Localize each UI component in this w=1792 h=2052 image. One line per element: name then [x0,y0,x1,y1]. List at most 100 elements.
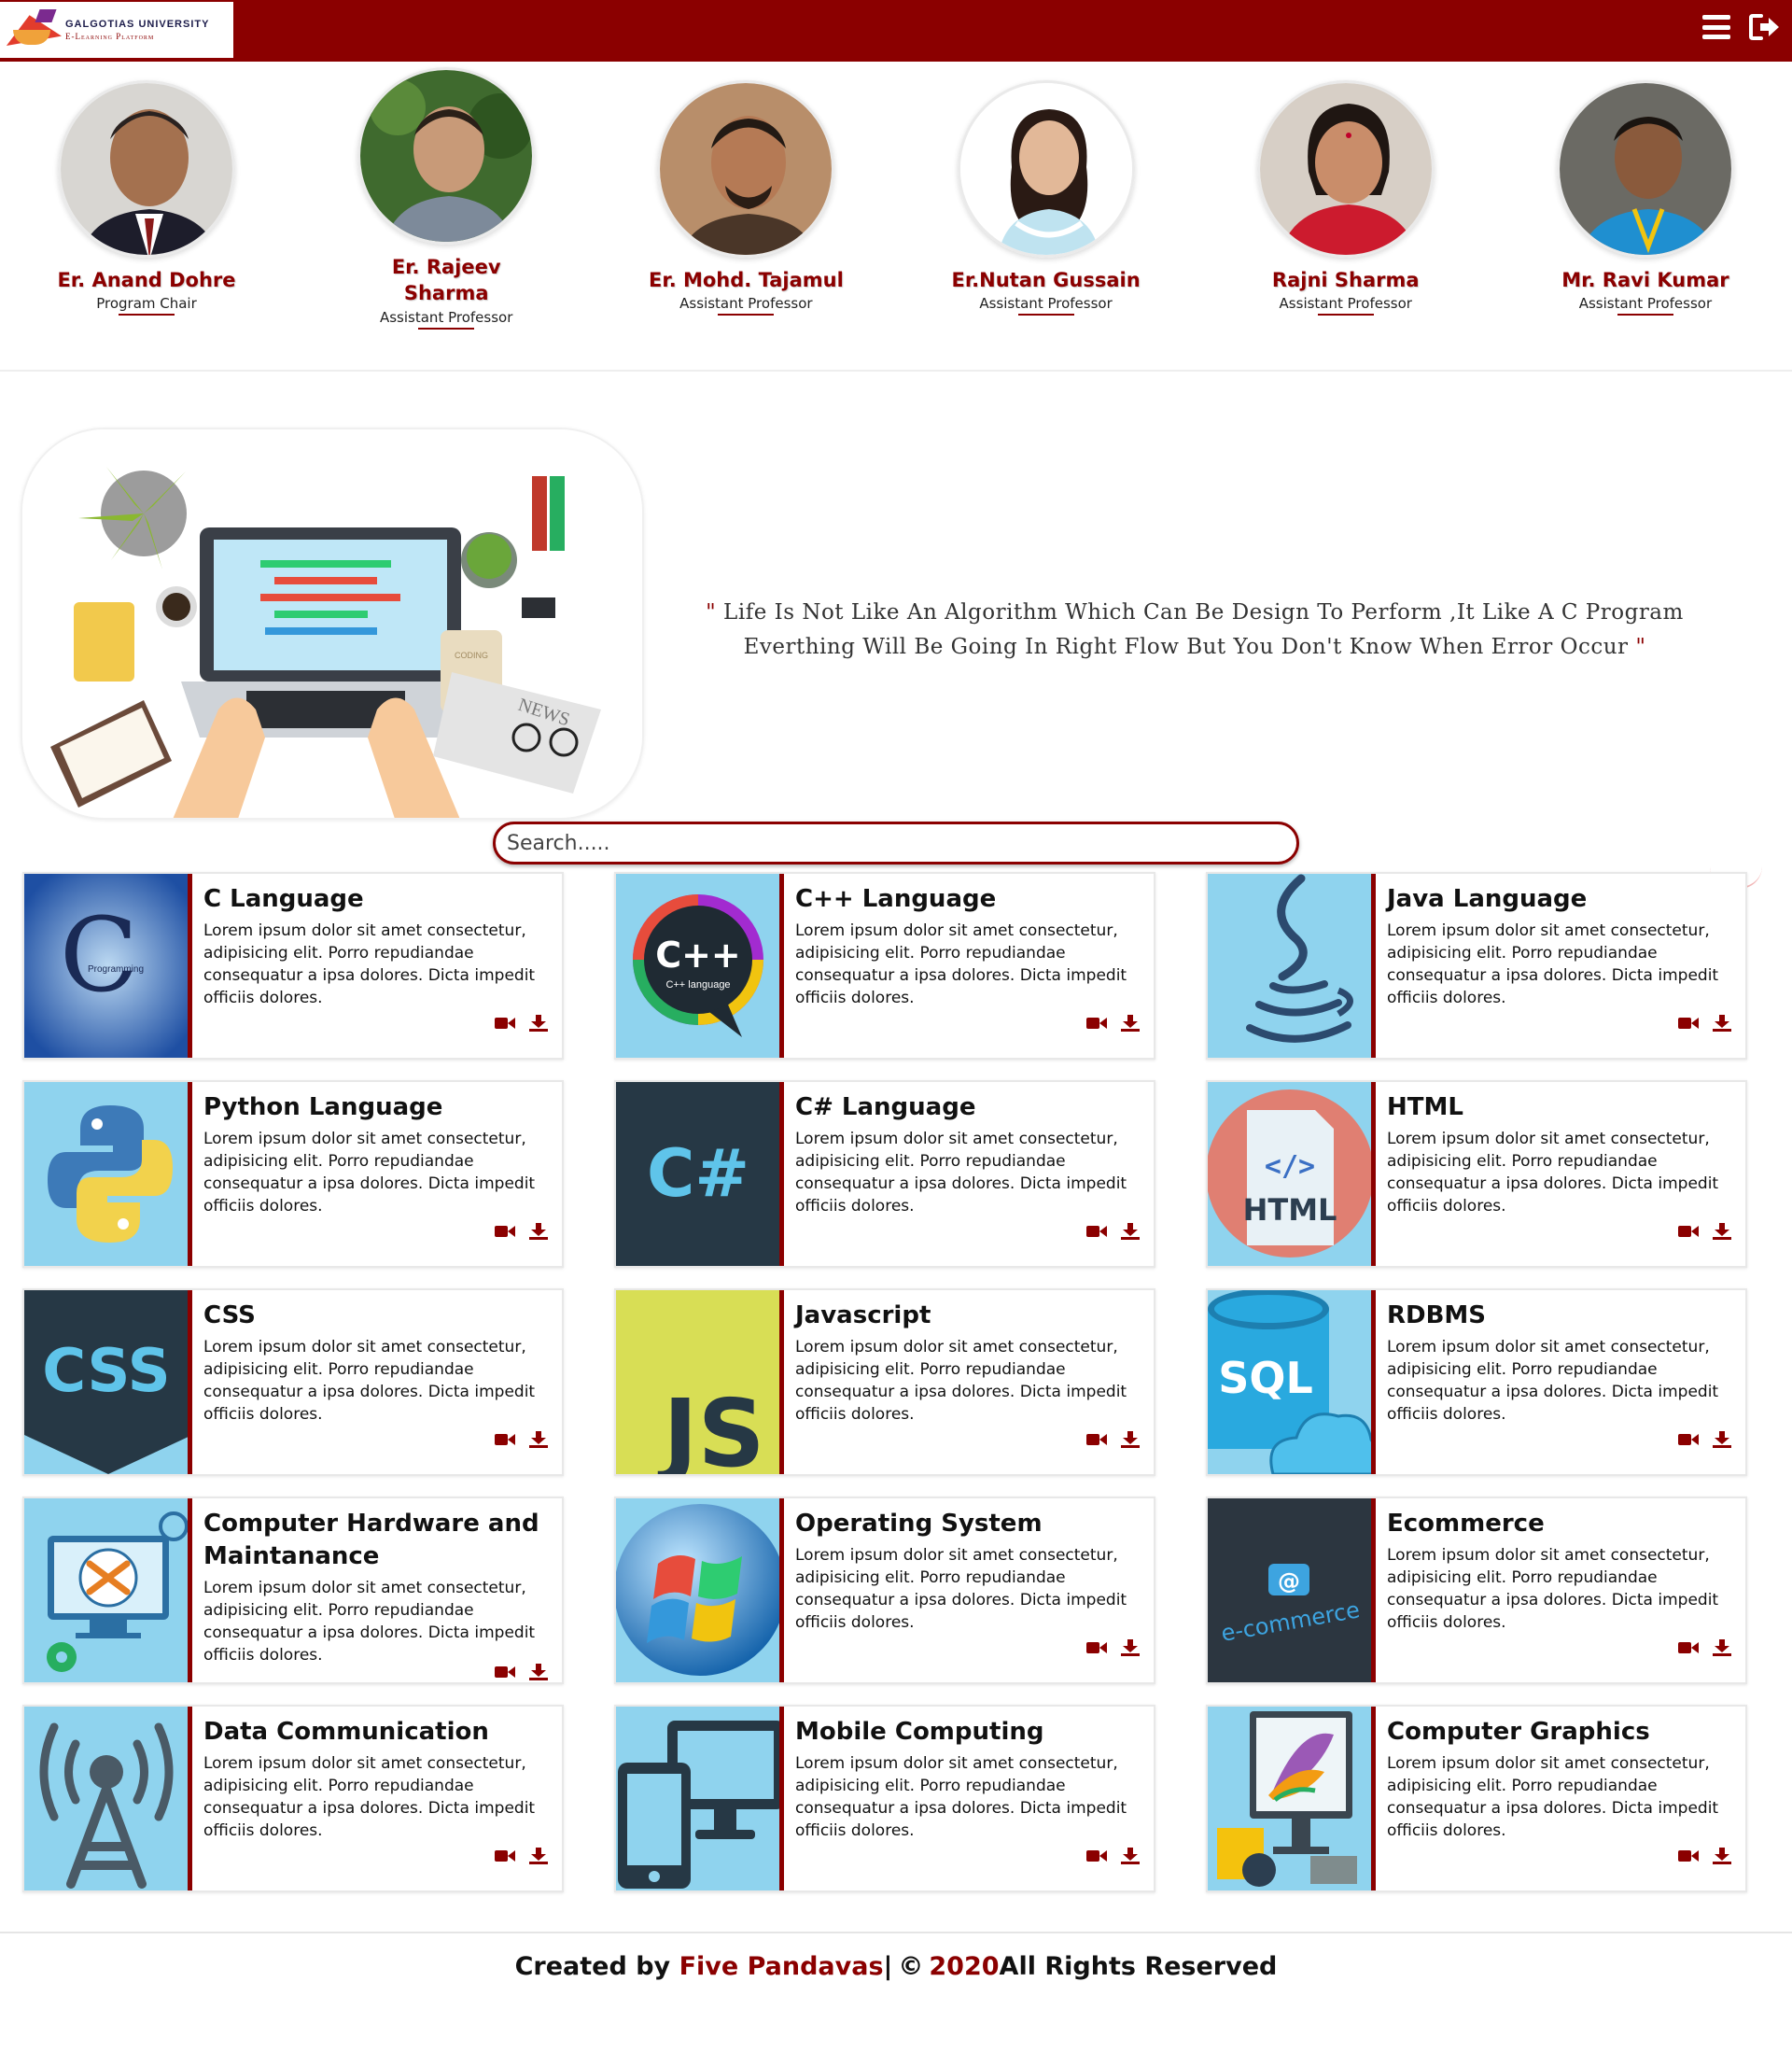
course-body: Computer Graphics Lorem ipsum dolor sit … [1376,1707,1745,1890]
video-camera-icon[interactable] [495,1664,515,1680]
course-thumbnail: C Programming [24,874,192,1058]
course-thumbnail: C# [616,1082,784,1266]
search-input[interactable] [493,822,1299,864]
download-icon[interactable] [528,1223,549,1240]
svg-text:C++ language: C++ language [665,979,730,991]
course-card[interactable]: Computer Graphics Lorem ipsum dolor sit … [1206,1705,1747,1892]
download-icon[interactable] [1712,1015,1732,1032]
faculty-name: Er.Nutan Gussain [951,269,1141,291]
video-camera-icon[interactable] [1086,1015,1107,1032]
code-brackets-icon: </> [1265,1150,1315,1183]
course-description: Lorem ipsum dolor sit amet consectetur, … [203,1754,536,1841]
faculty-photo [1556,80,1734,258]
course-actions [1678,1431,1732,1448]
course-description: Lorem ipsum dolor sit amet consectetur, … [795,1130,1127,1216]
course-body: Javascript Lorem ipsum dolor sit amet co… [784,1290,1154,1474]
cpp-logo-icon: C++ [655,935,741,976]
course-title: Javascript [795,1301,931,1329]
course-actions [495,1223,549,1240]
video-camera-icon[interactable] [1086,1639,1107,1656]
course-card[interactable]: Python Language Lorem ipsum dolor sit am… [22,1080,564,1268]
course-title: Ecommerce [1387,1510,1545,1538]
faculty-role: Assistant Professor [979,295,1112,316]
html-logo-icon: HTML [1243,1192,1337,1228]
video-camera-icon[interactable] [1678,1015,1699,1032]
video-camera-icon[interactable] [495,1015,515,1032]
course-thumbnail [616,1498,784,1682]
hamburger-menu-icon[interactable] [1702,15,1730,39]
course-card[interactable]: </> HTML HTML Lorem ipsum dolor sit amet … [1206,1080,1747,1268]
c-logo-icon: C [60,895,138,1015]
video-camera-icon[interactable] [1086,1848,1107,1864]
course-card[interactable]: Operating System Lorem ipsum dolor sit a… [614,1497,1155,1684]
download-icon[interactable] [528,1015,549,1032]
download-icon[interactable] [1712,1223,1732,1240]
course-thumbnail [24,1082,192,1266]
course-card[interactable]: CSS CSS Lorem ipsum dolor sit amet conse… [22,1288,564,1476]
search-section [0,810,1792,889]
faculty-photo [357,67,536,245]
download-icon[interactable] [1712,1848,1732,1864]
course-card[interactable]: C++ C++ language C++ Language Lorem ipsum… [614,872,1155,1060]
course-title: C# Language [795,1093,976,1121]
download-icon[interactable] [1120,1639,1141,1656]
course-title: CSS [203,1301,256,1329]
video-camera-icon[interactable] [495,1848,515,1864]
css-logo-icon: CSS [42,1337,170,1406]
footer-prefix: Created by [514,1951,671,1981]
course-title: C++ Language [795,885,997,913]
video-camera-icon[interactable] [495,1223,515,1240]
course-card[interactable]: Mobile Computing Lorem ipsum dolor sit a… [614,1705,1155,1892]
video-camera-icon[interactable] [1678,1431,1699,1448]
download-icon[interactable] [1120,1015,1141,1032]
download-icon[interactable] [1120,1223,1141,1240]
faculty-card: Rajni Sharma Assistant Professor [1220,80,1472,370]
download-icon[interactable] [1712,1639,1732,1656]
download-icon[interactable] [1712,1431,1732,1448]
download-icon[interactable] [528,1431,549,1448]
course-card[interactable]: Computer Hardware and Maintanance Lorem … [22,1497,564,1684]
course-body: Mobile Computing Lorem ipsum dolor sit a… [784,1707,1154,1890]
logo-text: GALGOTIAS UNIVERSITY E-Learning Platform [65,19,209,41]
course-body: Data Communication Lorem ipsum dolor sit… [192,1707,562,1890]
faculty-section: Er. Anand Dohre Program Chair Er. Rajeev… [0,62,1792,372]
download-icon[interactable] [528,1664,549,1680]
course-card[interactable]: @ e-commerce Ecommerce Lorem ipsum dolor … [1206,1497,1747,1684]
download-icon[interactable] [528,1848,549,1864]
course-card[interactable]: JS Javascript Lorem ipsum dolor sit amet… [614,1288,1155,1476]
course-card[interactable]: SQL RDBMS Lorem ipsum dolor sit amet con… [1206,1288,1747,1476]
video-camera-icon[interactable] [1678,1639,1699,1656]
download-icon[interactable] [1120,1431,1141,1448]
course-card[interactable]: C# C# Language Lorem ipsum dolor sit ame… [614,1080,1155,1268]
video-camera-icon[interactable] [1086,1431,1107,1448]
download-icon[interactable] [1120,1848,1141,1864]
course-description: Lorem ipsum dolor sit amet consectetur, … [1387,1546,1719,1633]
video-camera-icon[interactable] [1678,1848,1699,1864]
video-camera-icon[interactable] [1086,1223,1107,1240]
course-description: Lorem ipsum dolor sit amet consectetur, … [1387,1130,1719,1216]
python-logo-icon [24,1082,188,1266]
course-description: Lorem ipsum dolor sit amet consectetur, … [1387,1338,1719,1425]
course-thumbnail: CSS [24,1290,192,1474]
footer-team-link[interactable]: Five Pandavas [679,1952,884,1981]
quote-text: Life Is Not Like An Algorithm Which Can … [716,600,1684,659]
course-body: C# Language Lorem ipsum dolor sit amet c… [784,1082,1154,1266]
svg-text:Programming: Programming [88,964,144,975]
course-card[interactable]: Data Communication Lorem ipsum dolor sit… [22,1705,564,1892]
course-description: Lorem ipsum dolor sit amet consectetur, … [795,1546,1127,1633]
video-camera-icon[interactable] [1678,1223,1699,1240]
course-body: Ecommerce Lorem ipsum dolor sit amet con… [1376,1498,1745,1682]
course-thumbnail [1208,1707,1376,1890]
faculty-card: Er. Mohd. Tajamul Assistant Professor [620,80,872,370]
quote-close-mark: " [1635,634,1646,659]
course-title: Python Language [203,1093,443,1121]
course-thumbnail: JS [616,1290,784,1474]
course-card[interactable]: Java Language Lorem ipsum dolor sit amet… [1206,872,1747,1060]
video-camera-icon[interactable] [495,1431,515,1448]
university-logo[interactable]: GALGOTIAS UNIVERSITY E-Learning Platform [0,2,233,58]
course-thumbnail: </> HTML [1208,1082,1376,1266]
course-card[interactable]: C Programming C Language Lorem ipsum dolo… [22,872,564,1060]
sign-out-icon[interactable] [1749,13,1781,41]
faculty-photo [957,80,1135,258]
course-title: Operating System [795,1510,1043,1538]
